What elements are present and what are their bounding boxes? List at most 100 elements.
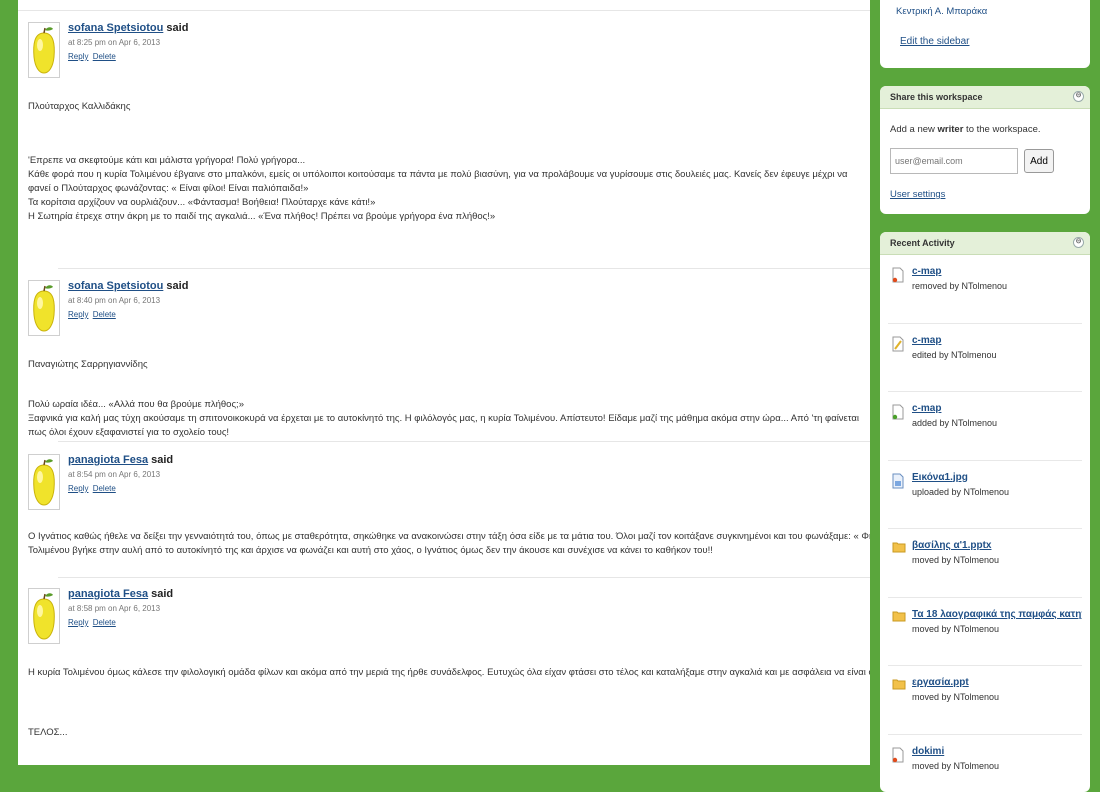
comments-panel: sofana Spetsiotou said at 8:25 pm on Apr… (18, 0, 870, 765)
avatar (28, 588, 60, 644)
comment-body: Ο Ιγνάτιος καθώς ήθελε να δείξει την γεν… (18, 530, 870, 558)
activity-item-action: moved by NTolmenou (912, 555, 999, 565)
activity-item: εργασία.ppt moved by NTolmenou (888, 666, 1082, 735)
top-divider (18, 10, 870, 11)
sidebar-nav-item[interactable]: Κεντρική Α. Μπαράκα (896, 6, 987, 17)
comment-timestamp: at 8:40 pm on Apr 6, 2013 (68, 296, 188, 305)
avatar (28, 280, 60, 336)
comment-author-link[interactable]: panagiota Fesa (68, 454, 148, 466)
comment-paragraph: ΤΕΛΟΣ... (28, 726, 870, 740)
said-label: said (166, 280, 188, 292)
collapse-icon[interactable]: ⊝ (1073, 237, 1084, 248)
comment-divider (58, 268, 870, 269)
share-workspace-title: Share this workspace (890, 92, 983, 102)
folder-icon (892, 610, 906, 625)
comment-paragraph: Η Σωτηρία έτρεχε στην άκρη με το παιδί τ… (28, 210, 870, 224)
doc-icon (892, 747, 904, 766)
comment-timestamp: at 8:25 pm on Apr 6, 2013 (68, 38, 188, 47)
share-workspace-box: Share this workspace ⊝ Add a new writer … (880, 86, 1090, 214)
comment: sofana Spetsiotou said at 8:40 pm on Apr… (18, 272, 870, 442)
comment-paragraph: Τα κορίτσια αρχίζουν να ουρλιάζουν... «Φ… (28, 196, 870, 210)
activity-item-action: edited by NTolmenou (912, 350, 997, 360)
activity-list: c-map removed by NTolmenou c-map edited … (880, 255, 1090, 792)
removed-doc-icon (892, 267, 904, 286)
edited-doc-icon (892, 336, 904, 355)
share-description: Add a new writer to the workspace. (890, 124, 1041, 135)
activity-item-action: moved by NTolmenou (912, 692, 999, 702)
activity-item-link[interactable]: c-map (912, 335, 941, 346)
comment-paragraph: Ξαφνικά για καλή μας τύχη ακούσαμε τη σπ… (28, 412, 870, 440)
reply-link[interactable]: Reply (68, 310, 88, 319)
edit-sidebar-link[interactable]: Edit the sidebar (900, 36, 970, 47)
comment: panagiota Fesa said at 8:54 pm on Apr 6,… (18, 446, 870, 578)
activity-item-link[interactable]: c-map (912, 403, 941, 414)
said-label: said (166, 22, 188, 34)
comment-timestamp: at 8:58 pm on Apr 6, 2013 (68, 604, 173, 613)
activity-item: c-map edited by NTolmenou (888, 324, 1082, 393)
comment-body: Η κυρία Τολιμένου όμως κάλεσε την φιλολο… (18, 666, 870, 740)
activity-item: Εικόνα1.jpg uploaded by NTolmenou (888, 461, 1082, 530)
comment-divider (58, 441, 870, 442)
sidebar-nav-box: Κεντρική Α. Μπαράκα Edit the sidebar (880, 0, 1090, 68)
activity-item-link[interactable]: βασίλης α'1.pptx (912, 540, 992, 551)
comment-paragraph: Πολύ ωραία ιδέα... «Αλλά που θα βρούμε π… (28, 398, 870, 412)
share-desc-prefix: Add a new (890, 124, 938, 135)
activity-item: dokimi moved by NTolmenou (888, 735, 1082, 792)
activity-item-action: added by NTolmenou (912, 418, 997, 428)
user-settings-link[interactable]: User settings (890, 189, 945, 200)
comment-paragraph (28, 372, 870, 398)
comment-paragraph (28, 680, 870, 726)
share-desc-suffix: to the workspace. (963, 124, 1040, 135)
activity-item: βασίλης α'1.pptx moved by NTolmenou (888, 529, 1082, 598)
activity-item-action: removed by NTolmenou (912, 281, 1007, 291)
activity-item-link[interactable]: c-map (912, 266, 941, 277)
comment-paragraph: Ο Ιγνάτιος καθώς ήθελε να δείξει την γεν… (28, 530, 870, 544)
delete-link[interactable]: Delete (93, 484, 116, 493)
comment: sofana Spetsiotou said at 8:25 pm on Apr… (18, 14, 870, 269)
added-doc-icon (892, 404, 904, 423)
folder-icon (892, 678, 906, 693)
image-file-icon (892, 473, 904, 492)
activity-item-action: moved by NTolmenou (912, 624, 999, 634)
recent-activity-title: Recent Activity (890, 238, 955, 248)
avatar (28, 454, 60, 510)
comment-paragraph: Η κυρία Τολιμένου όμως κάλεσε την φιλολο… (28, 666, 870, 680)
delete-link[interactable]: Delete (93, 618, 116, 627)
activity-item-link[interactable]: Εικόνα1.jpg (912, 472, 968, 483)
comment-paragraph: 'Επρεπε να σκεφτούμε κάτι και μάλιστα γρ… (28, 154, 870, 168)
activity-item: c-map added by NTolmenou (888, 392, 1082, 461)
comment-author-link[interactable]: sofana Spetsiotou (68, 22, 163, 34)
activity-item-link[interactable]: dokimi (912, 746, 944, 757)
comment-paragraph: Παναγιώτης Σαρρηγιαννίδης (28, 358, 870, 372)
comment: panagiota Fesa said at 8:58 pm on Apr 6,… (18, 580, 870, 765)
comment-paragraph (28, 114, 870, 154)
add-user-button[interactable]: Add (1024, 149, 1054, 173)
delete-link[interactable]: Delete (93, 310, 116, 319)
email-input[interactable] (890, 148, 1018, 174)
comment-body: Πλούταρχος Καλλιδάκης 'Επρεπε να σκεφτού… (18, 100, 870, 224)
comment-author-link[interactable]: sofana Spetsiotou (68, 280, 163, 292)
avatar (28, 22, 60, 78)
reply-link[interactable]: Reply (68, 52, 88, 61)
comment-paragraph: Κάθε φορά που η κυρία Τολιμένου έβγαινε … (28, 168, 870, 196)
comment-timestamp: at 8:54 pm on Apr 6, 2013 (68, 470, 173, 479)
comment-paragraph: Πλούταρχος Καλλιδάκης (28, 100, 870, 114)
folder-icon (892, 541, 906, 556)
said-label: said (151, 588, 173, 600)
reply-link[interactable]: Reply (68, 618, 88, 627)
said-label: said (151, 454, 173, 466)
collapse-icon[interactable]: ⊝ (1073, 91, 1084, 102)
share-desc-role: writer (938, 124, 964, 135)
comment-author-link[interactable]: panagiota Fesa (68, 588, 148, 600)
reply-link[interactable]: Reply (68, 484, 88, 493)
recent-activity-box: Recent Activity ⊝ c-map removed by NTolm… (880, 232, 1090, 792)
activity-item-link[interactable]: Τα 18 λαογραφικά της παμφάς κατηγορίας..… (912, 609, 1082, 620)
delete-link[interactable]: Delete (93, 52, 116, 61)
activity-item-link[interactable]: εργασία.ppt (912, 677, 969, 688)
activity-item-action: uploaded by NTolmenou (912, 487, 1009, 497)
comment-paragraph: Τολιμένου βγήκε στην αυλή από το αυτοκίν… (28, 544, 870, 558)
share-workspace-header: Share this workspace ⊝ (880, 86, 1090, 109)
activity-item: Τα 18 λαογραφικά της παμφάς κατηγορίας..… (888, 598, 1082, 667)
comment-divider (58, 577, 870, 578)
activity-item-action: moved by NTolmenou (912, 761, 999, 771)
